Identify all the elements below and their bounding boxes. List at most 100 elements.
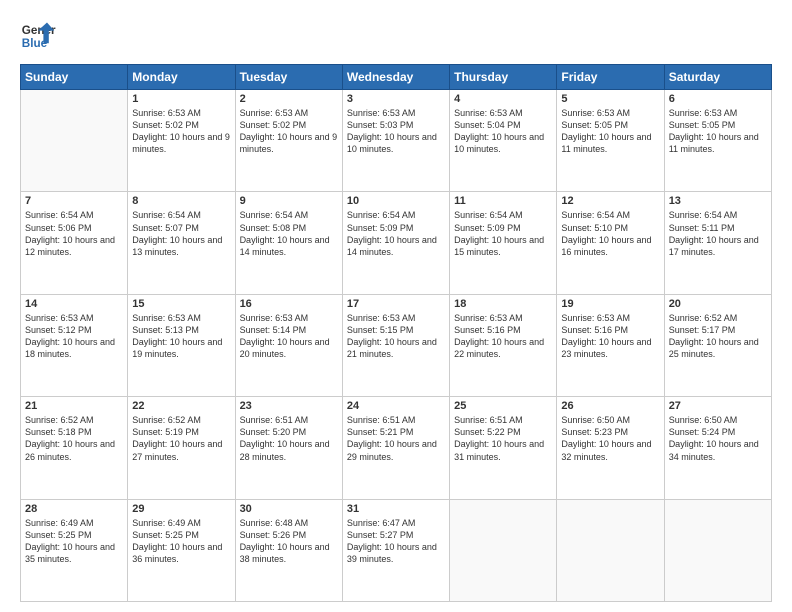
cell-info: Sunrise: 6:53 AM Sunset: 5:05 PM Dayligh… xyxy=(561,107,659,156)
calendar-week-row: 1 Sunrise: 6:53 AM Sunset: 5:02 PM Dayli… xyxy=(21,90,772,192)
day-number: 30 xyxy=(240,503,338,515)
cell-info: Sunrise: 6:48 AM Sunset: 5:26 PM Dayligh… xyxy=(240,517,338,566)
calendar-cell: 13 Sunrise: 6:54 AM Sunset: 5:11 PM Dayl… xyxy=(664,192,771,294)
cell-info: Sunrise: 6:54 AM Sunset: 5:11 PM Dayligh… xyxy=(669,209,767,258)
day-number: 5 xyxy=(561,93,659,105)
cell-info: Sunrise: 6:53 AM Sunset: 5:16 PM Dayligh… xyxy=(561,312,659,361)
svg-text:General: General xyxy=(22,24,56,37)
cell-info: Sunrise: 6:53 AM Sunset: 5:14 PM Dayligh… xyxy=(240,312,338,361)
day-number: 6 xyxy=(669,93,767,105)
page: General Blue SundayMondayTuesdayWednesda… xyxy=(0,0,792,612)
cell-info: Sunrise: 6:53 AM Sunset: 5:03 PM Dayligh… xyxy=(347,107,445,156)
calendar-header-row: SundayMondayTuesdayWednesdayThursdayFrid… xyxy=(21,65,772,90)
calendar-cell: 9 Sunrise: 6:54 AM Sunset: 5:08 PM Dayli… xyxy=(235,192,342,294)
day-number: 15 xyxy=(132,298,230,310)
calendar-cell: 11 Sunrise: 6:54 AM Sunset: 5:09 PM Dayl… xyxy=(450,192,557,294)
header: General Blue xyxy=(20,18,772,54)
calendar-cell: 2 Sunrise: 6:53 AM Sunset: 5:02 PM Dayli… xyxy=(235,90,342,192)
weekday-header: Wednesday xyxy=(342,65,449,90)
logo: General Blue xyxy=(20,18,56,54)
weekday-header: Monday xyxy=(128,65,235,90)
cell-info: Sunrise: 6:53 AM Sunset: 5:04 PM Dayligh… xyxy=(454,107,552,156)
cell-info: Sunrise: 6:53 AM Sunset: 5:15 PM Dayligh… xyxy=(347,312,445,361)
cell-info: Sunrise: 6:54 AM Sunset: 5:10 PM Dayligh… xyxy=(561,209,659,258)
calendar-cell: 20 Sunrise: 6:52 AM Sunset: 5:17 PM Dayl… xyxy=(664,294,771,396)
calendar-cell: 7 Sunrise: 6:54 AM Sunset: 5:06 PM Dayli… xyxy=(21,192,128,294)
cell-info: Sunrise: 6:51 AM Sunset: 5:20 PM Dayligh… xyxy=(240,414,338,463)
day-number: 2 xyxy=(240,93,338,105)
calendar-table: SundayMondayTuesdayWednesdayThursdayFrid… xyxy=(20,64,772,602)
cell-info: Sunrise: 6:54 AM Sunset: 5:07 PM Dayligh… xyxy=(132,209,230,258)
day-number: 18 xyxy=(454,298,552,310)
weekday-header: Sunday xyxy=(21,65,128,90)
day-number: 22 xyxy=(132,400,230,412)
cell-info: Sunrise: 6:54 AM Sunset: 5:06 PM Dayligh… xyxy=(25,209,123,258)
day-number: 10 xyxy=(347,195,445,207)
calendar-cell: 29 Sunrise: 6:49 AM Sunset: 5:25 PM Dayl… xyxy=(128,499,235,601)
calendar-cell: 25 Sunrise: 6:51 AM Sunset: 5:22 PM Dayl… xyxy=(450,397,557,499)
day-number: 12 xyxy=(561,195,659,207)
calendar-cell: 21 Sunrise: 6:52 AM Sunset: 5:18 PM Dayl… xyxy=(21,397,128,499)
day-number: 17 xyxy=(347,298,445,310)
calendar-body: 1 Sunrise: 6:53 AM Sunset: 5:02 PM Dayli… xyxy=(21,90,772,602)
calendar-cell: 10 Sunrise: 6:54 AM Sunset: 5:09 PM Dayl… xyxy=(342,192,449,294)
calendar-cell: 12 Sunrise: 6:54 AM Sunset: 5:10 PM Dayl… xyxy=(557,192,664,294)
day-number: 25 xyxy=(454,400,552,412)
calendar-cell: 15 Sunrise: 6:53 AM Sunset: 5:13 PM Dayl… xyxy=(128,294,235,396)
cell-info: Sunrise: 6:51 AM Sunset: 5:21 PM Dayligh… xyxy=(347,414,445,463)
calendar-week-row: 7 Sunrise: 6:54 AM Sunset: 5:06 PM Dayli… xyxy=(21,192,772,294)
day-number: 19 xyxy=(561,298,659,310)
cell-info: Sunrise: 6:53 AM Sunset: 5:05 PM Dayligh… xyxy=(669,107,767,156)
day-number: 3 xyxy=(347,93,445,105)
calendar-cell: 27 Sunrise: 6:50 AM Sunset: 5:24 PM Dayl… xyxy=(664,397,771,499)
calendar-cell: 30 Sunrise: 6:48 AM Sunset: 5:26 PM Dayl… xyxy=(235,499,342,601)
calendar-cell: 3 Sunrise: 6:53 AM Sunset: 5:03 PM Dayli… xyxy=(342,90,449,192)
calendar-cell: 1 Sunrise: 6:53 AM Sunset: 5:02 PM Dayli… xyxy=(128,90,235,192)
cell-info: Sunrise: 6:53 AM Sunset: 5:02 PM Dayligh… xyxy=(132,107,230,156)
weekday-header: Thursday xyxy=(450,65,557,90)
cell-info: Sunrise: 6:54 AM Sunset: 5:08 PM Dayligh… xyxy=(240,209,338,258)
cell-info: Sunrise: 6:54 AM Sunset: 5:09 PM Dayligh… xyxy=(347,209,445,258)
calendar-cell: 24 Sunrise: 6:51 AM Sunset: 5:21 PM Dayl… xyxy=(342,397,449,499)
day-number: 20 xyxy=(669,298,767,310)
day-number: 8 xyxy=(132,195,230,207)
calendar-cell: 18 Sunrise: 6:53 AM Sunset: 5:16 PM Dayl… xyxy=(450,294,557,396)
day-number: 13 xyxy=(669,195,767,207)
day-number: 26 xyxy=(561,400,659,412)
cell-info: Sunrise: 6:53 AM Sunset: 5:13 PM Dayligh… xyxy=(132,312,230,361)
day-number: 28 xyxy=(25,503,123,515)
calendar-cell: 6 Sunrise: 6:53 AM Sunset: 5:05 PM Dayli… xyxy=(664,90,771,192)
day-number: 29 xyxy=(132,503,230,515)
cell-info: Sunrise: 6:52 AM Sunset: 5:19 PM Dayligh… xyxy=(132,414,230,463)
day-number: 11 xyxy=(454,195,552,207)
day-number: 23 xyxy=(240,400,338,412)
day-number: 1 xyxy=(132,93,230,105)
calendar-cell: 26 Sunrise: 6:50 AM Sunset: 5:23 PM Dayl… xyxy=(557,397,664,499)
cell-info: Sunrise: 6:53 AM Sunset: 5:12 PM Dayligh… xyxy=(25,312,123,361)
calendar-cell: 5 Sunrise: 6:53 AM Sunset: 5:05 PM Dayli… xyxy=(557,90,664,192)
cell-info: Sunrise: 6:50 AM Sunset: 5:23 PM Dayligh… xyxy=(561,414,659,463)
calendar-week-row: 28 Sunrise: 6:49 AM Sunset: 5:25 PM Dayl… xyxy=(21,499,772,601)
cell-info: Sunrise: 6:49 AM Sunset: 5:25 PM Dayligh… xyxy=(132,517,230,566)
cell-info: Sunrise: 6:53 AM Sunset: 5:02 PM Dayligh… xyxy=(240,107,338,156)
calendar-cell: 31 Sunrise: 6:47 AM Sunset: 5:27 PM Dayl… xyxy=(342,499,449,601)
calendar-week-row: 21 Sunrise: 6:52 AM Sunset: 5:18 PM Dayl… xyxy=(21,397,772,499)
day-number: 16 xyxy=(240,298,338,310)
calendar-cell: 19 Sunrise: 6:53 AM Sunset: 5:16 PM Dayl… xyxy=(557,294,664,396)
cell-info: Sunrise: 6:51 AM Sunset: 5:22 PM Dayligh… xyxy=(454,414,552,463)
weekday-header: Tuesday xyxy=(235,65,342,90)
calendar-week-row: 14 Sunrise: 6:53 AM Sunset: 5:12 PM Dayl… xyxy=(21,294,772,396)
calendar-cell: 4 Sunrise: 6:53 AM Sunset: 5:04 PM Dayli… xyxy=(450,90,557,192)
calendar-cell: 22 Sunrise: 6:52 AM Sunset: 5:19 PM Dayl… xyxy=(128,397,235,499)
calendar-cell: 28 Sunrise: 6:49 AM Sunset: 5:25 PM Dayl… xyxy=(21,499,128,601)
day-number: 7 xyxy=(25,195,123,207)
day-number: 27 xyxy=(669,400,767,412)
day-number: 24 xyxy=(347,400,445,412)
cell-info: Sunrise: 6:50 AM Sunset: 5:24 PM Dayligh… xyxy=(669,414,767,463)
day-number: 4 xyxy=(454,93,552,105)
weekday-header: Friday xyxy=(557,65,664,90)
calendar-cell: 23 Sunrise: 6:51 AM Sunset: 5:20 PM Dayl… xyxy=(235,397,342,499)
cell-info: Sunrise: 6:52 AM Sunset: 5:17 PM Dayligh… xyxy=(669,312,767,361)
calendar-cell: 16 Sunrise: 6:53 AM Sunset: 5:14 PM Dayl… xyxy=(235,294,342,396)
cell-info: Sunrise: 6:49 AM Sunset: 5:25 PM Dayligh… xyxy=(25,517,123,566)
